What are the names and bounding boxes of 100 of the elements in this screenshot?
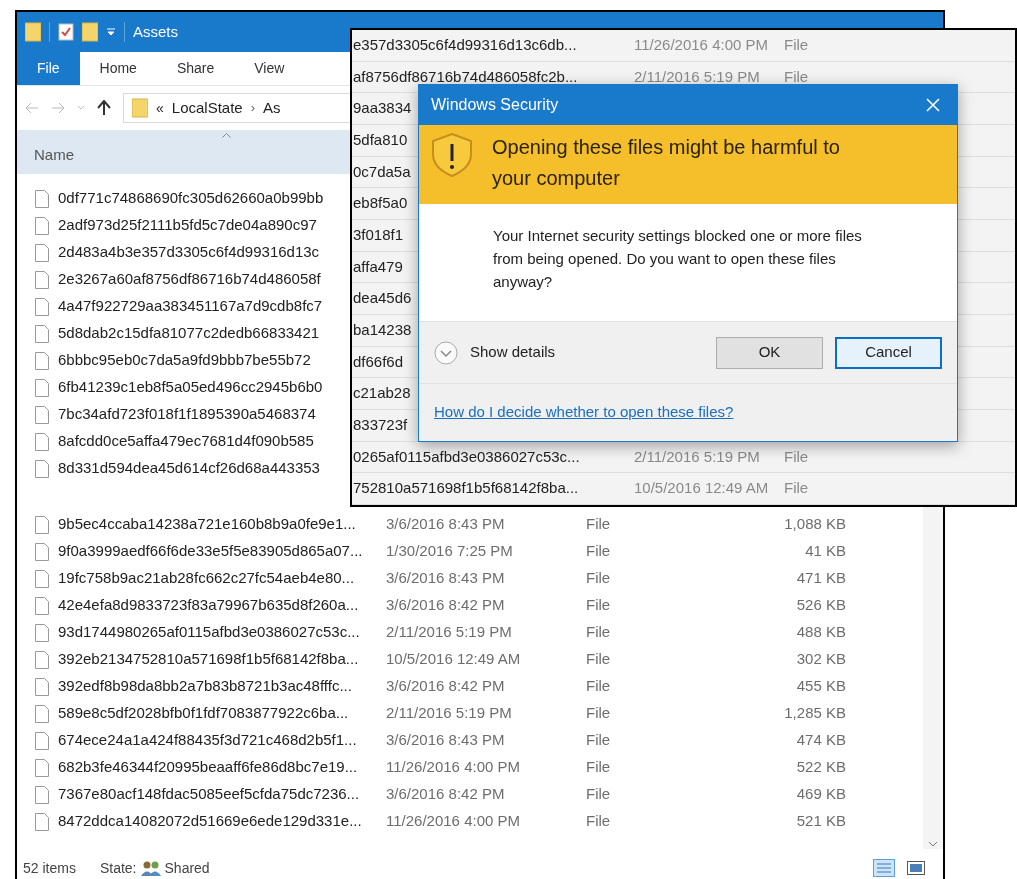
dialog-message: Your Internet security settings blocked one or more files from being opened. Do you want to open these files anyway? [493, 226, 863, 292]
ribbon-tab[interactable]: Share [156, 52, 235, 85]
breadcrumb-item[interactable]: LocalState [171, 96, 243, 120]
properties-icon[interactable] [58, 23, 74, 41]
file-type: File [586, 622, 612, 643]
file-icon [35, 432, 49, 451]
scroll-down-icon[interactable] [928, 841, 938, 847]
file-date: 10/5/2016 12:49 AM [386, 649, 522, 670]
file-name[interactable]: 7367e80acf148fdac5085eef5cfda75dc7236... [58, 785, 360, 803]
item-count: 52 items [23, 858, 76, 878]
file-type: File [784, 478, 809, 499]
ribbon-tab[interactable]: View [234, 52, 305, 85]
file-type: File [586, 568, 612, 589]
file-size: 41 KB [804, 541, 846, 562]
file-name[interactable]: 674ece24a1a424f88435f3d721c468d2b5f1... [58, 731, 357, 749]
file-type: File [784, 446, 809, 467]
file-name[interactable]: 0265af0115afbd3e0386027c53c... [352, 445, 634, 469]
file-name[interactable]: 752810a571698f1b5f68142f8ba... [352, 477, 634, 500]
file-type: File [586, 676, 612, 697]
file-type: File [586, 595, 612, 616]
file-icon [35, 812, 49, 831]
file-icon [35, 243, 49, 262]
file-name[interactable]: 392eb2134752810a571698f1b5f68142f8ba... [58, 650, 359, 668]
file-name[interactable]: 2e3267a60af8756df86716b74d486058f [58, 270, 321, 288]
file-size: 474 KB [795, 730, 846, 751]
file-size: 1,088 KB [783, 514, 846, 535]
file-type: File [586, 649, 612, 670]
ribbon-tab[interactable]: Home [79, 52, 157, 85]
dialog-button[interactable]: OK [716, 336, 823, 369]
dropdown-icon[interactable] [106, 27, 116, 37]
file-name[interactable]: 0df771c74868690fc305d62660a0b99bb [58, 189, 324, 207]
file-name[interactable]: 6fb41239c1eb8f5a05ed496cc2945b6b0 [58, 378, 323, 396]
file-name[interactable]: 7bc34afd723f018f1f1895390a5468374 [58, 405, 316, 423]
file-size: 469 KB [795, 784, 846, 805]
breadcrumb-item[interactable]: As [263, 96, 281, 120]
people-icon [140, 860, 161, 876]
details-view-icon[interactable] [873, 859, 895, 877]
file-date: 2/11/2016 5:19 PM [634, 66, 761, 87]
dialog-button[interactable]: Cancel [835, 336, 942, 369]
file-type: File [586, 757, 612, 778]
file-icon [35, 758, 49, 777]
file-icon [35, 785, 49, 804]
file-type: File [586, 730, 612, 751]
file-type: File [586, 703, 612, 724]
breadcrumb-overflow[interactable]: « [156, 97, 164, 119]
file-size: 488 KB [795, 622, 846, 643]
file-type: File [784, 35, 809, 56]
file-date: 3/6/2016 8:43 PM [386, 514, 506, 535]
file-icon [35, 189, 49, 208]
file-name[interactable]: 19fc758b9ac21ab28fc662c27fc54aeb4e80... [58, 569, 355, 587]
file-name[interactable]: 5d8dab2c15dfa81077c2dedb66833421 [58, 324, 320, 342]
file-name[interactable]: 8d331d594dea45d614cf26d68a443353 [58, 459, 320, 477]
file-icon [35, 378, 49, 397]
folder-icon [25, 22, 41, 42]
file-name[interactable]: 9b5ec4ccaba14238a721e160b8b9a0fe9e1... [58, 515, 356, 533]
file-date: 2/11/2016 5:19 PM [634, 446, 761, 467]
file-size: 302 KB [795, 649, 846, 670]
file-name[interactable]: e357d3305c6f4d99316d13c6db... [352, 34, 634, 57]
file-date: 11/26/2016 4:00 PM [386, 757, 521, 778]
file-name[interactable]: 392edf8b98da8bb2a7b83b8721b3ac48fffc... [58, 677, 352, 695]
chevron-circle-icon [434, 340, 458, 365]
file-size: 521 KB [795, 811, 846, 832]
file-icon [35, 677, 49, 696]
file-name[interactable]: af8756df86716b74d486058fc2b... [352, 65, 634, 89]
file-icon [35, 731, 49, 750]
file-name[interactable]: 4a47f922729aa383451167a7d9cdb8fc7 [58, 297, 323, 315]
file-name[interactable]: 93d1744980265af0115afbd3e0386027c53c... [58, 623, 360, 641]
file-name[interactable]: 6bbbc95eb0c7da5a9fd9bbb7be55b72 [58, 351, 311, 369]
file-date: 2/11/2016 5:19 PM [386, 703, 513, 724]
file-size: 455 KB [795, 676, 846, 697]
large-icons-view-icon[interactable] [907, 861, 925, 875]
file-type: File [784, 66, 809, 87]
file-name[interactable]: 682b3fe46344f20995beaaff6fe86d8bc7e19... [58, 758, 358, 776]
file-type: File [586, 784, 612, 805]
file-name[interactable]: 2d483a4b3e357d3305c6f4d99316d13c [58, 243, 320, 261]
close-icon [926, 98, 940, 112]
file-name[interactable]: 589e8c5df2028bfb0f1fdf7083877922c6ba... [58, 704, 349, 722]
file-name[interactable]: 2adf973d25f2111b5fd5c7de04a890c97 [58, 216, 317, 234]
sort-up-icon [222, 133, 231, 138]
file-size: 522 KB [795, 757, 846, 778]
file-icon [35, 324, 49, 343]
file-name[interactable]: 8afcdd0ce5affa479ec7681d4f090b585 [58, 432, 314, 450]
file-size: 471 KB [795, 568, 846, 589]
ribbon-tab[interactable]: File [17, 52, 80, 85]
file-icon [35, 405, 49, 424]
file-name[interactable]: 42e4efa8d9833723f83a79967b635d8f260a... [58, 596, 359, 614]
file-icon [35, 216, 49, 235]
file-date: 3/6/2016 8:42 PM [386, 676, 506, 697]
file-icon [35, 623, 49, 642]
file-name[interactable]: 9f0a3999aedf66f6de33e5f5e83905d865a07... [58, 542, 363, 560]
file-name[interactable]: 8472ddca14082072d51669e6ede129d331e... [58, 812, 362, 830]
show-details-toggle[interactable]: Show details [434, 340, 556, 365]
folder-icon [132, 98, 148, 118]
file-date: 3/6/2016 8:43 PM [386, 568, 506, 589]
file-date: 11/26/2016 4:00 PM [634, 35, 769, 56]
file-icon [35, 650, 49, 669]
up-arrow-icon[interactable] [97, 100, 111, 116]
file-icon [35, 297, 49, 316]
file-icon [35, 351, 49, 370]
breadcrumb-separator: › [250, 99, 256, 118]
